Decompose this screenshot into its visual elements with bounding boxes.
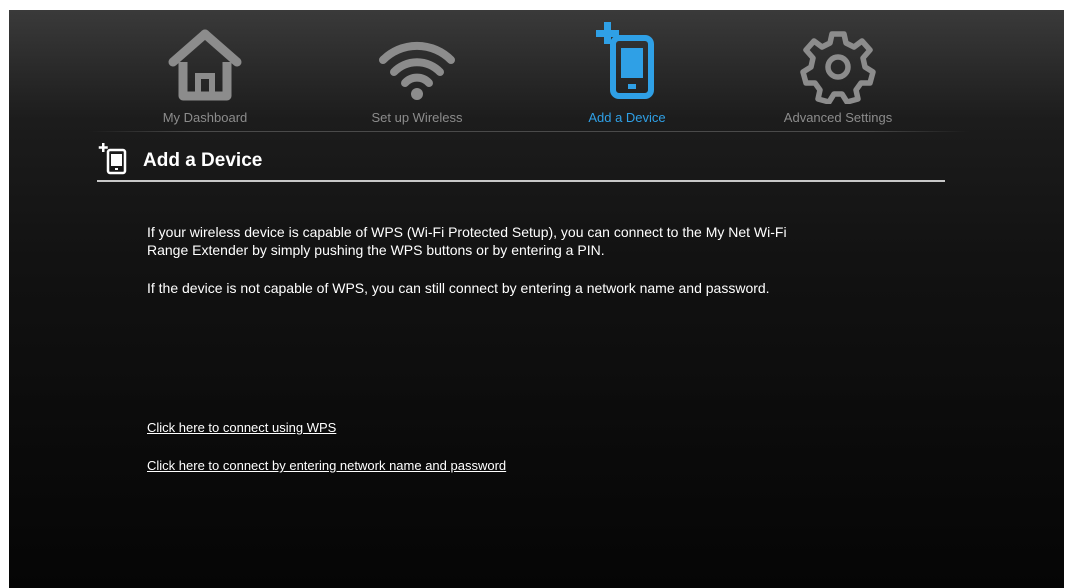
nav-label-add-a-device: Add a Device (588, 110, 666, 125)
nav-label-set-up-wireless: Set up Wireless (371, 110, 463, 125)
nav-item-set-up-wireless[interactable]: Set up Wireless (327, 10, 507, 130)
page-title: Add a Device (143, 150, 263, 171)
nav-item-add-a-device[interactable]: Add a Device (537, 10, 717, 130)
paragraph-no-wps: If the device is not capable of WPS, you… (147, 280, 770, 296)
paragraph-wps-intro: If your wireless device is capable of WP… (147, 224, 787, 258)
connect-using-wps-link[interactable]: Click here to connect using WPS (147, 420, 336, 435)
nav-label-advanced-settings: Advanced Settings (783, 110, 893, 125)
description-text: If your wireless device is capable of WP… (147, 223, 787, 317)
wifi-icon (379, 41, 455, 100)
add-device-icon (98, 143, 127, 175)
house-icon (168, 29, 242, 101)
nav-item-my-dashboard[interactable]: My Dashboard (115, 10, 295, 130)
section-header: Add a Device (97, 143, 945, 182)
gear-icon (800, 31, 876, 104)
nav-divider (89, 131, 969, 132)
top-navigation: My Dashboard Set up Wireless Add a Devic… (9, 10, 1064, 135)
app-window: My Dashboard Set up Wireless Add a Devic… (9, 10, 1064, 588)
nav-label-my-dashboard: My Dashboard (162, 110, 248, 125)
connect-manual-link[interactable]: Click here to connect by entering networ… (147, 458, 506, 473)
nav-item-advanced-settings[interactable]: Advanced Settings (748, 10, 928, 130)
add-device-icon (596, 22, 654, 99)
